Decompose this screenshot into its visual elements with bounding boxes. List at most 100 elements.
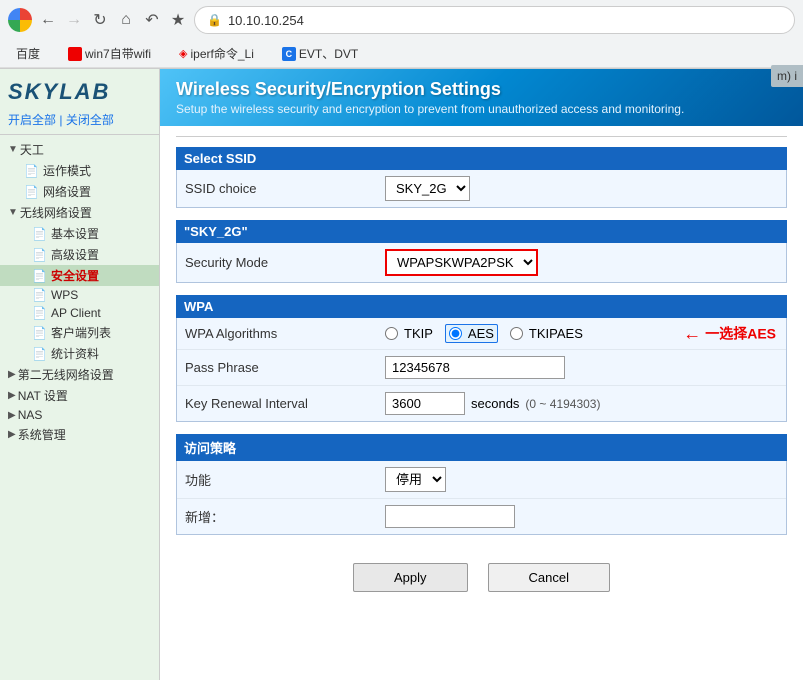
doc-icon: 📄 — [24, 164, 39, 178]
renewal-input[interactable] — [385, 392, 465, 415]
annotation-arrow: ← — [683, 323, 701, 344]
logo-text: SKYLAB — [8, 79, 151, 105]
cancel-button[interactable]: Cancel — [488, 563, 610, 592]
doc-icon: 📄 — [32, 326, 47, 340]
sky2g-section-header: "SKY_2G" — [176, 220, 787, 243]
sidebar-item-wps[interactable]: 📄 WPS — [0, 286, 159, 304]
sidebar-item-apclient[interactable]: 📄 AP Client — [0, 304, 159, 322]
aes-radio[interactable] — [449, 327, 462, 340]
doc-icon: 📄 — [32, 269, 47, 283]
tkipaes-radio[interactable] — [510, 327, 523, 340]
bookmarks-bar: 百度 win7自带wifi ◈ iperf命令_Li C EVT、DVT — [0, 40, 803, 68]
page-layout: SKYLAB 开启全部 | 关闭全部 ▼ 天工 📄 运作模式 📄 网络设置 — [0, 69, 803, 680]
sidebar-item-label: AP Client — [51, 306, 101, 320]
collapse-all-link[interactable]: 关闭全部 — [66, 113, 114, 127]
doc-icon: 📄 — [24, 185, 39, 199]
tkip-radio[interactable] — [385, 327, 398, 340]
iperf-icon: ◈ — [179, 47, 187, 60]
sidebar-item-basic[interactable]: 📄 基本设置 — [0, 223, 159, 244]
sidebar-item-clientlist[interactable]: 📄 客户端列表 — [0, 322, 159, 343]
sidebar-actions: 开启全部 | 关闭全部 — [0, 109, 159, 130]
sidebar-item-label: 天工 — [20, 141, 44, 158]
sidebar-item-label: 系统管理 — [18, 426, 66, 443]
renewal-unit: seconds — [471, 396, 519, 411]
func-control: 停用 启用 — [385, 467, 778, 492]
func-label: 功能 — [185, 470, 385, 489]
doc-icon: 📄 — [32, 227, 47, 241]
sidebar-logo: SKYLAB — [0, 73, 159, 109]
apply-button[interactable]: Apply — [353, 563, 468, 592]
wpa-section-header: WPA — [176, 295, 787, 318]
sidebar-item-nat[interactable]: ▶ NAT 设置 — [0, 385, 159, 406]
doc-icon: 📄 — [32, 347, 47, 361]
back-button[interactable]: ← — [38, 10, 58, 30]
content-header: Wireless Security/Encryption Settings Se… — [160, 69, 803, 126]
forward-button[interactable]: → — [64, 10, 84, 30]
browser-logo — [8, 8, 32, 32]
sidebar-item-mode[interactable]: 📄 运作模式 — [0, 160, 159, 181]
ssid-section-body: SSID choice SKY_2G SKY_5G — [176, 170, 787, 208]
tkip-label: TKIP — [404, 326, 433, 341]
sidebar-item-label: 第二无线网络设置 — [18, 366, 114, 383]
doc-icon: 📄 — [32, 288, 47, 302]
star-button[interactable]: ★ — [168, 10, 188, 30]
expand-icon: ▶ — [8, 410, 16, 421]
main-content: Wireless Security/Encryption Settings Se… — [160, 69, 803, 680]
new-row: 新增： — [177, 499, 786, 534]
home-button[interactable]: ⌂ — [116, 10, 136, 30]
address-bar[interactable]: 🔒 10.10.10.254 — [194, 6, 795, 34]
new-input[interactable] — [385, 505, 515, 528]
sidebar-item-label: 客户端列表 — [51, 324, 111, 341]
top-right-button[interactable]: m) i — [771, 69, 803, 87]
wpa-section: WPA WPA Algorithms TKIP — [176, 295, 787, 422]
sidebar-item-label: 无线网络设置 — [20, 204, 92, 221]
expand-all-link[interactable]: 开启全部 — [8, 113, 56, 127]
tkip-option[interactable]: TKIP — [385, 326, 433, 341]
func-row: 功能 停用 启用 — [177, 461, 786, 499]
passphrase-row: Pass Phrase — [177, 350, 786, 386]
form-area: Select SSID SSID choice SKY_2G SKY_5G — [160, 126, 803, 618]
security-mode-select[interactable]: None WEP WPA-PSK WPA2-PSK WPAPSKWPA2PSK — [385, 249, 538, 276]
security-mode-control: None WEP WPA-PSK WPA2-PSK WPAPSKWPA2PSK — [385, 249, 778, 276]
sidebar-item-stats[interactable]: 📄 统计资料 — [0, 343, 159, 364]
divider — [176, 136, 787, 137]
bookmark-iperf[interactable]: ◈ iperf命令_Li — [171, 42, 262, 65]
sidebar-divider — [0, 134, 159, 135]
wpa-section-body: WPA Algorithms TKIP AES — [176, 318, 787, 422]
sidebar-item-label: 基本设置 — [51, 225, 99, 242]
sidebar-item-wireless2[interactable]: ▶ 第二无线网络设置 — [0, 364, 159, 385]
ssid-select[interactable]: SKY_2G SKY_5G — [385, 176, 470, 201]
access-section-header: 访问策略 — [176, 434, 787, 461]
expand-icon: ▼ — [8, 207, 18, 218]
annotation: ← 一选择AES — [683, 323, 776, 344]
expand-icon: ▶ — [8, 369, 16, 380]
access-section: 访问策略 功能 停用 启用 新增： — [176, 434, 787, 535]
passphrase-input[interactable] — [385, 356, 565, 379]
tkipaes-label: TKIPAES — [529, 326, 583, 341]
sidebar-item-wireless[interactable]: ▼ 无线网络设置 — [0, 202, 159, 223]
sidebar-item-tiangong[interactable]: ▼ 天工 — [0, 139, 159, 160]
bookmark-evt[interactable]: C EVT、DVT — [274, 42, 366, 65]
sidebar-item-sysadmin[interactable]: ▶ 系统管理 — [0, 424, 159, 445]
aes-label: AES — [468, 326, 494, 341]
expand-icon: ▼ — [8, 144, 18, 155]
security-mode-row: Security Mode None WEP WPA-PSK WPA2-PSK … — [177, 243, 786, 282]
reload-button[interactable]: ↻ — [90, 10, 110, 30]
bookmark-baidu[interactable]: 百度 — [8, 42, 48, 65]
bookmark-wifi[interactable]: win7自带wifi — [60, 42, 159, 65]
aes-option[interactable]: AES — [445, 324, 498, 343]
ssid-label: SSID choice — [185, 181, 385, 196]
button-row: Apply Cancel — [176, 547, 787, 608]
renewal-range: (0 ~ 4194303) — [525, 397, 600, 411]
tkipaes-option[interactable]: TKIPAES — [510, 326, 583, 341]
func-select[interactable]: 停用 启用 — [385, 467, 446, 492]
ssid-control: SKY_2G SKY_5G — [385, 176, 778, 201]
back-button2[interactable]: ↶ — [142, 10, 162, 30]
expand-icon: ▶ — [8, 390, 16, 401]
sidebar-item-network[interactable]: 📄 网络设置 — [0, 181, 159, 202]
sidebar-item-label: NAS — [18, 408, 43, 422]
sidebar-item-security[interactable]: 📄 安全设置 — [0, 265, 159, 286]
sidebar-item-advanced[interactable]: 📄 高级设置 — [0, 244, 159, 265]
sidebar-item-nas[interactable]: ▶ NAS — [0, 406, 159, 424]
doc-icon: 📄 — [32, 248, 47, 262]
